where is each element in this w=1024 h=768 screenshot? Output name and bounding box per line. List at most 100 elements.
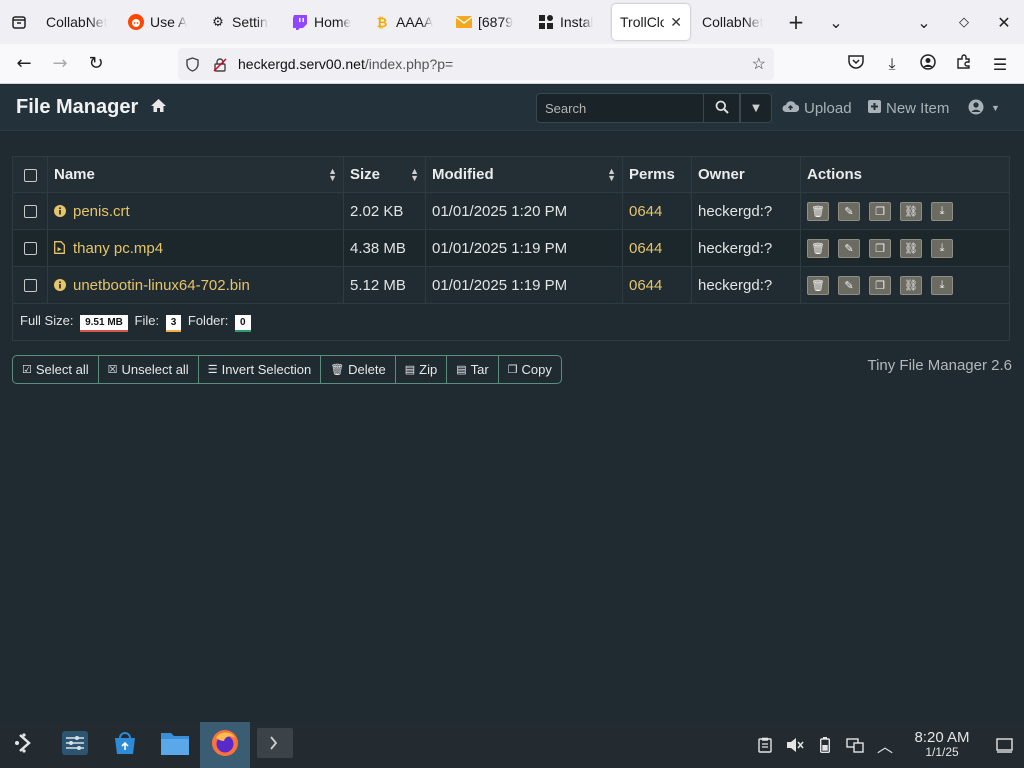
copy-button[interactable]: ❐ Copy <box>499 356 561 383</box>
window-close-button[interactable]: ✕ <box>984 0 1024 44</box>
bookmark-star-icon[interactable]: ☆ <box>752 54 766 74</box>
file-name-link[interactable]: penis.crt <box>73 203 130 220</box>
copy-icon[interactable]: ❐ <box>869 275 891 295</box>
search-button[interactable] <box>704 93 740 123</box>
row-checkbox[interactable] <box>23 279 37 293</box>
discover-store-button[interactable] <box>100 722 150 768</box>
column-perms-label: Perms <box>629 166 675 183</box>
tab-settings[interactable]: ⚙ Settin <box>202 4 284 40</box>
tab-list-button[interactable] <box>0 0 38 44</box>
twitch-icon <box>292 14 308 30</box>
delete-button[interactable]: 🗑 Delete <box>321 356 396 383</box>
download-icon[interactable]: ⤓ <box>931 201 953 221</box>
tab-aaaa[interactable]: ₿ AAAA <box>366 4 448 40</box>
home-icon[interactable] <box>150 98 167 117</box>
copy-icon[interactable]: ❐ <box>869 201 891 221</box>
back-button[interactable]: ← <box>6 46 42 82</box>
new-tab-button[interactable]: + <box>776 0 816 44</box>
trash-icon[interactable]: 🗑 <box>807 201 829 221</box>
hamburger-icon: ☰ <box>992 54 1008 74</box>
url-bar[interactable]: heckergd.serv00.net/index.php?p= ☆ <box>178 48 774 80</box>
volume-muted-icon[interactable] <box>780 737 810 753</box>
file-size: 5.12 MB <box>343 266 426 304</box>
edit-icon[interactable]: ✎ <box>838 238 860 258</box>
edit-icon[interactable]: ✎ <box>838 201 860 221</box>
file-name-link[interactable]: thany pc.mp4 <box>73 240 163 257</box>
user-menu[interactable]: ▼ <box>968 85 1000 131</box>
tab-trollclo[interactable]: TrollClo ✕ <box>612 4 690 40</box>
row-checkbox[interactable] <box>23 205 37 219</box>
edit-icon[interactable]: ✎ <box>838 275 860 295</box>
tar-button[interactable]: ▤ Tar <box>447 356 499 383</box>
column-name[interactable]: Name ▲ ▼ <box>47 156 344 193</box>
link-icon[interactable]: ⛓ <box>900 275 922 295</box>
search-options-dropdown[interactable]: ▼ <box>740 93 772 123</box>
row-select-cell <box>12 192 48 230</box>
file-perms-cell: 0644 <box>622 266 692 304</box>
app-launcher-button[interactable] <box>0 722 50 768</box>
clipboard-icon[interactable] <box>750 737 780 753</box>
sort-icon: ▲ ▼ <box>410 166 419 183</box>
firefox-button[interactable] <box>200 722 250 768</box>
file-perms-link[interactable]: 0644 <box>629 203 662 220</box>
downloads-button[interactable]: ⤓ <box>874 46 910 82</box>
copy-icon[interactable]: ❐ <box>869 238 891 258</box>
tab-overflow-button[interactable]: ⌄ <box>816 0 856 44</box>
new-item-link[interactable]: New Item <box>868 85 949 131</box>
reload-button[interactable]: ↻ <box>78 46 114 82</box>
download-icon[interactable]: ⤓ <box>931 238 953 258</box>
column-size[interactable]: Size ▲ ▼ <box>343 156 426 193</box>
network-wired-icon[interactable] <box>840 737 870 753</box>
menu-button[interactable]: ☰ <box>982 46 1018 82</box>
tab-install[interactable]: Instal <box>530 4 608 40</box>
link-icon[interactable]: ⛓ <box>900 238 922 258</box>
zip-button[interactable]: ▤ Zip <box>396 356 448 383</box>
terminal-button[interactable] <box>250 722 300 768</box>
select-all-button[interactable]: ☑ Select all <box>13 356 99 383</box>
pocket-button[interactable] <box>838 46 874 82</box>
column-actions: Actions <box>800 156 1010 193</box>
tab-twitch[interactable]: Home <box>284 4 366 40</box>
link-icon[interactable]: ⛓ <box>900 201 922 221</box>
search-group: ▼ <box>536 93 772 123</box>
search-input[interactable] <box>536 93 704 123</box>
tab-label: Home <box>314 14 352 30</box>
close-tab-icon[interactable]: ✕ <box>670 14 682 31</box>
url-text: heckergd.serv00.net/index.php?p= <box>238 56 453 72</box>
chevron-up-icon[interactable]: ︿ <box>870 733 900 757</box>
file-perms-link[interactable]: 0644 <box>629 240 662 257</box>
invert-selection-button[interactable]: ☰ Invert Selection <box>199 356 322 383</box>
column-modified[interactable]: Modified ▲ ▼ <box>425 156 623 193</box>
battery-icon[interactable] <box>810 737 840 753</box>
summary-row: Full Size: 9.51 MB File: 3 Folder: 0 <box>12 303 1010 341</box>
extensions-button[interactable] <box>946 46 982 82</box>
file-manager-button[interactable] <box>150 722 200 768</box>
file-owner: heckergd:? <box>691 266 801 304</box>
insecure-lock-icon[interactable] <box>206 57 234 72</box>
forward-button[interactable]: → <box>42 46 78 82</box>
row-checkbox[interactable] <box>23 242 37 256</box>
tab-reddit[interactable]: Use A <box>120 4 202 40</box>
file-size: 2.02 KB <box>343 192 426 230</box>
tab-collabnet-2[interactable]: CollabNet <box>694 4 776 40</box>
show-desktop-icon[interactable] <box>984 737 1024 753</box>
upload-link[interactable]: Upload <box>782 85 852 131</box>
page-title[interactable]: File Manager <box>16 96 138 119</box>
clock[interactable]: 8:20 AM 1/1/25 <box>900 730 984 760</box>
window-minimize-button[interactable]: ⌄ <box>904 0 944 44</box>
account-button[interactable] <box>910 46 946 82</box>
tab-mail[interactable]: [6879 <box>448 4 530 40</box>
unselect-all-button[interactable]: ☒ Unselect all <box>99 356 199 383</box>
file-name-link[interactable]: unetbootin-linux64-702.bin <box>73 277 250 294</box>
settings-app-button[interactable] <box>50 722 100 768</box>
info-icon <box>54 278 66 291</box>
window-maximize-button[interactable]: ◇ <box>944 0 984 44</box>
select-all-checkbox[interactable] <box>23 168 37 182</box>
tab-collabnet-1[interactable]: CollabNet <box>38 4 120 40</box>
download-icon[interactable]: ⤓ <box>931 275 953 295</box>
trash-icon[interactable]: 🗑 <box>807 275 829 295</box>
file-size: 4.38 MB <box>343 229 426 267</box>
unselect-all-label: Unselect all <box>121 362 189 377</box>
trash-icon[interactable]: 🗑 <box>807 238 829 258</box>
file-perms-link[interactable]: 0644 <box>629 277 662 294</box>
